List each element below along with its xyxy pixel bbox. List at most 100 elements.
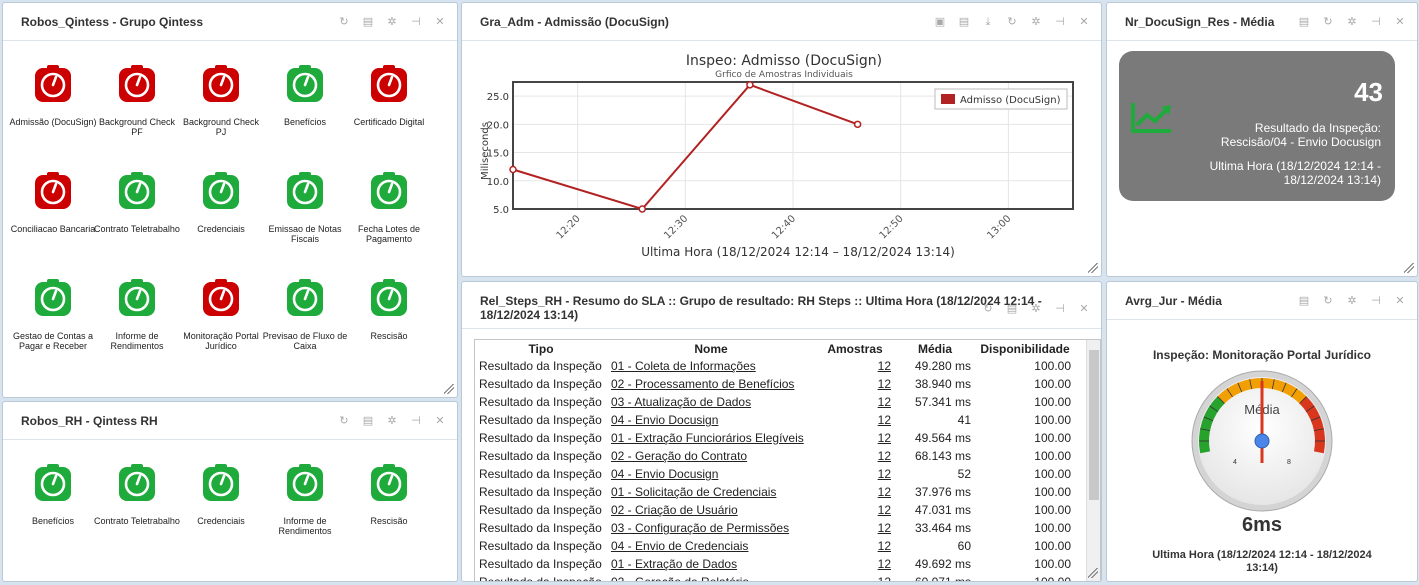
pin-icon[interactable]: ⊣: [1053, 15, 1067, 29]
save-icon[interactable]: ▤: [1005, 302, 1019, 316]
close-icon[interactable]: ✕: [433, 414, 447, 428]
cell-amostras-link[interactable]: 12: [815, 375, 895, 393]
robot-tile-emissao-de-notas-fiscais[interactable]: Emissao de Notas Fiscais: [263, 148, 347, 255]
cell-nome-link[interactable]: 02 - Criação de Usuário: [607, 501, 815, 519]
robot-tile-informe-de-rendimentos[interactable]: Informe de Rendimentos: [263, 440, 347, 547]
robot-tile-monitoracao-portal-juridico[interactable]: Monitoração Portal Jurídico: [179, 255, 263, 362]
robot-tile-admissao-docusign[interactable]: Admissão (DocuSign): [9, 41, 97, 148]
nr-docusign-panel: Nr_DocuSign_Res - Média ▤ ↻ ✲ ⊣ ✕ 43 Res…: [1106, 2, 1418, 277]
robot-tile-informe-de-rendimentos[interactable]: Informe de Rendimentos: [95, 255, 179, 362]
cell-amostras-link[interactable]: 12: [815, 357, 895, 375]
data-point[interactable]: [509, 165, 517, 174]
cell-nome-link[interactable]: 01 - Coleta de Informações: [607, 357, 815, 375]
sla-table-container: Tipo Nome Amostras Média Disponibilidade Res…: [474, 339, 1101, 581]
robot-tile-background-check-pj[interactable]: Background Check PJ: [179, 41, 263, 148]
close-icon[interactable]: ✕: [1077, 302, 1091, 316]
cell-nome-link[interactable]: 01 - Extração de Dados: [607, 555, 815, 573]
close-icon[interactable]: ✕: [1393, 294, 1407, 308]
settings-icon[interactable]: ✲: [1345, 15, 1359, 29]
robot-tile-fecha-lotes-de-pagamento[interactable]: Fecha Lotes de Pagamento: [347, 148, 431, 255]
data-point[interactable]: [638, 205, 646, 213]
robot-tile-beneficios[interactable]: Benefícios: [263, 41, 347, 148]
pin-icon[interactable]: ⊣: [1053, 302, 1067, 316]
column-header-media[interactable]: Média: [895, 340, 975, 357]
settings-icon[interactable]: ✲: [1029, 15, 1043, 29]
image-icon[interactable]: ▣: [933, 15, 947, 29]
close-icon[interactable]: ✕: [433, 15, 447, 29]
cell-nome-link[interactable]: 02 - Geração de Relatório: [607, 573, 815, 581]
cell-amostras-link[interactable]: 12: [815, 429, 895, 447]
save-icon[interactable]: ▤: [957, 15, 971, 29]
cell-nome-link[interactable]: 03 - Atualização de Dados: [607, 393, 815, 411]
robot-tile-contrato-teletrabalho[interactable]: Contrato Teletrabalho: [94, 440, 180, 547]
pin-icon[interactable]: ⊣: [409, 15, 423, 29]
close-icon[interactable]: ✕: [1393, 15, 1407, 29]
robot-tile-background-check-pf[interactable]: Background Check PF: [95, 41, 179, 148]
save-icon[interactable]: ▤: [361, 414, 375, 428]
status-gauge-icon: [35, 464, 71, 501]
robot-tile-contrato-teletrabalho[interactable]: Contrato Teletrabalho: [94, 148, 180, 255]
cell-nome-link[interactable]: 03 - Configuração de Permissões: [607, 519, 815, 537]
save-icon[interactable]: ▤: [1297, 15, 1311, 29]
cell-amostras-link[interactable]: 12: [815, 465, 895, 483]
refresh-icon[interactable]: ↻: [1321, 294, 1335, 308]
data-point[interactable]: [746, 81, 754, 89]
status-gauge-icon: [287, 464, 323, 501]
resize-handle[interactable]: [1088, 568, 1098, 578]
save-icon[interactable]: ▤: [1297, 294, 1311, 308]
cell-nome-link[interactable]: 04 - Envio Docusign: [607, 465, 815, 483]
column-header-amostras[interactable]: Amostras: [815, 340, 895, 357]
chart-subtitle: Grfico de Amostras Individuais: [715, 70, 853, 80]
pin-icon[interactable]: ⊣: [1369, 294, 1383, 308]
cell-amostras-link[interactable]: 12: [815, 537, 895, 555]
cell-amostras-link[interactable]: 12: [815, 519, 895, 537]
cell-amostras-link[interactable]: 12: [815, 555, 895, 573]
pin-icon[interactable]: ⊣: [1369, 15, 1383, 29]
cell-nome-link[interactable]: 04 - Envio de Credenciais: [607, 537, 815, 555]
cell-amostras-link[interactable]: 12: [815, 447, 895, 465]
cell-amostras-link[interactable]: 12: [815, 573, 895, 581]
resize-handle[interactable]: [1404, 263, 1414, 273]
robot-label: Fecha Lotes de Pagamento: [357, 224, 421, 244]
cell-amostras-link[interactable]: 12: [815, 483, 895, 501]
robot-tile-beneficios[interactable]: Benefícios: [11, 440, 95, 547]
cell-nome-link[interactable]: 02 - Geração do Contrato: [607, 447, 815, 465]
settings-icon[interactable]: ✲: [385, 15, 399, 29]
cell-nome-link[interactable]: 02 - Processamento de Benefícios: [607, 375, 815, 393]
refresh-icon[interactable]: ↻: [1005, 15, 1019, 29]
cell-nome-link[interactable]: 01 - Solicitação de Credenciais: [607, 483, 815, 501]
cell-amostras-link[interactable]: 12: [815, 411, 895, 429]
robot-tile-credenciais[interactable]: Credenciais: [179, 148, 263, 255]
resize-handle[interactable]: [1088, 263, 1098, 273]
robot-tile-gestao-de-contas-a-pagar-e-receber[interactable]: Gestao de Contas a Pagar e Receber: [11, 255, 95, 362]
settings-icon[interactable]: ✲: [1029, 302, 1043, 316]
column-header-nome[interactable]: Nome: [607, 340, 815, 357]
robot-tile-credenciais[interactable]: Credenciais: [179, 440, 263, 547]
pin-icon[interactable]: ⊣: [409, 414, 423, 428]
refresh-icon[interactable]: ↻: [337, 15, 351, 29]
robot-tile-previsao-de-fluxo-de-caixa[interactable]: Previsao de Fluxo de Caixa: [263, 255, 347, 362]
refresh-icon[interactable]: ↻: [981, 302, 995, 316]
cell-tipo: Resultado da Inspeção: [479, 359, 602, 373]
scrollbar-thumb[interactable]: [1089, 350, 1099, 500]
settings-icon[interactable]: ✲: [1345, 294, 1359, 308]
cell-nome-link[interactable]: 01 - Extração Funciorários Elegíveis: [607, 429, 815, 447]
robot-tile-conciliacao-bancaria[interactable]: Conciliacao Bancaria: [11, 148, 95, 255]
settings-icon[interactable]: ✲: [385, 414, 399, 428]
cell-nome-link[interactable]: 04 - Envio Docusign: [607, 411, 815, 429]
column-header-disponibilidade[interactable]: Disponibilidade: [975, 340, 1075, 357]
vertical-scrollbar[interactable]: [1086, 340, 1100, 581]
cell-amostras-link[interactable]: 12: [815, 393, 895, 411]
close-icon[interactable]: ✕: [1077, 15, 1091, 29]
save-icon[interactable]: ▤: [361, 15, 375, 29]
column-header-tipo[interactable]: Tipo: [475, 340, 607, 357]
data-point[interactable]: [853, 120, 862, 129]
resize-handle[interactable]: [444, 384, 454, 394]
cell-amostras-link[interactable]: 12: [815, 501, 895, 519]
download-icon[interactable]: ⤓: [981, 15, 995, 29]
robot-tile-rescisao[interactable]: Rescisão: [347, 255, 431, 362]
robot-tile-certificado-digital[interactable]: Certificado Digital: [347, 41, 431, 148]
robot-tile-rescisao[interactable]: Rescisão: [347, 440, 431, 547]
refresh-icon[interactable]: ↻: [1321, 15, 1335, 29]
refresh-icon[interactable]: ↻: [337, 414, 351, 428]
